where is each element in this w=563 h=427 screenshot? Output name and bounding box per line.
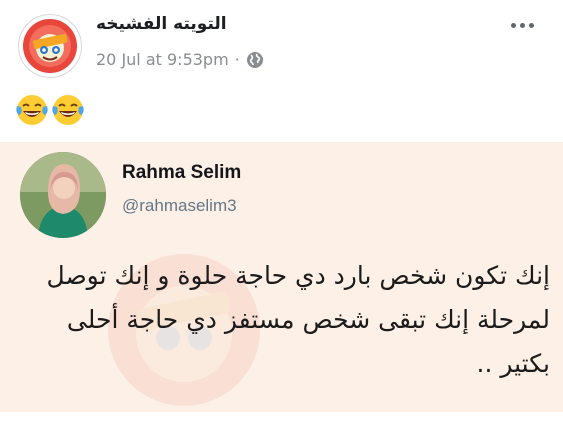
more-options-icon[interactable]: [504, 14, 540, 36]
face-with-tears-of-joy-icon: [52, 95, 84, 125]
post-header: التويته الفشيخه 20 Jul at 9:53pm ·: [0, 0, 563, 90]
tweet-screenshot-image[interactable]: Rahma Selim @rahmaselim3 إنك تكون شخص با…: [0, 142, 563, 412]
meta-separator: ·: [234, 50, 240, 69]
post-meta: 20 Jul at 9:53pm ·: [96, 50, 264, 69]
globe-icon[interactable]: [246, 51, 264, 69]
post-footer-spacer: [0, 412, 563, 427]
page-logo-icon: [23, 19, 77, 73]
tweet-author-avatar: [20, 152, 106, 238]
page-name-link[interactable]: التويته الفشيخه: [96, 14, 227, 34]
page-avatar[interactable]: [18, 14, 82, 78]
tweet-author-handle: @rahmaselim3: [122, 196, 237, 215]
more-dot: [519, 22, 525, 28]
face-with-tears-of-joy-icon: [16, 95, 48, 125]
post-timestamp[interactable]: 20 Jul at 9:53pm: [96, 50, 229, 69]
tweet-author-name: Rahma Selim: [122, 162, 242, 183]
more-dot: [510, 22, 516, 28]
tweet-text: إنك تكون شخص بارد دي حاجة حلوة و إنك توص…: [46, 261, 550, 378]
more-dot: [528, 22, 534, 28]
post-text: [14, 92, 86, 130]
